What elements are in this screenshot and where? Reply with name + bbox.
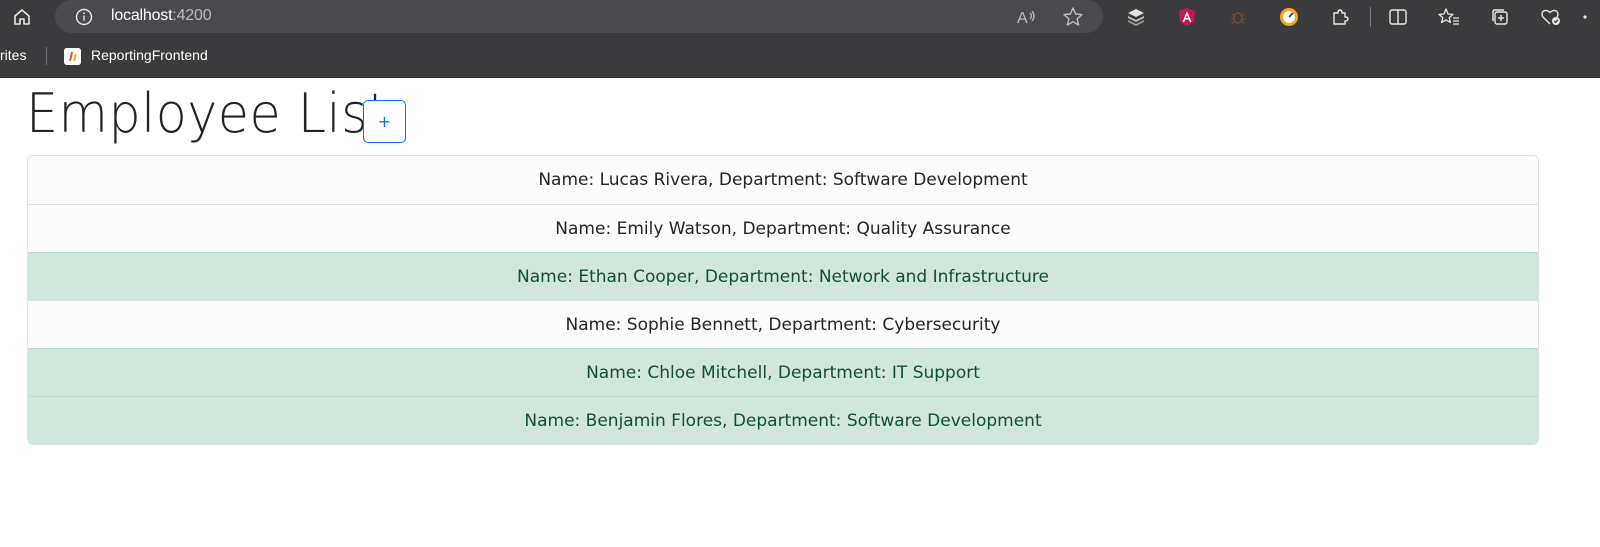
bookmarks-divider [46,47,47,65]
bug-extension-icon[interactable] [1224,4,1252,30]
bookmarks-bar: rites ReportingFrontend [0,34,1600,78]
layers-extension-icon[interactable] [1122,4,1150,30]
toolbar-divider [1370,7,1371,27]
employee-list-item[interactable]: Name: Ethan Cooper, Department: Network … [28,252,1538,300]
employee-list-item[interactable]: Name: Benjamin Flores, Department: Softw… [28,396,1538,444]
add-employee-button[interactable]: + [363,100,406,143]
collections-icon[interactable] [1486,4,1514,30]
angular-devtools-icon[interactable] [1173,4,1201,30]
page-title: Employee List [26,82,389,145]
favorite-star-icon[interactable] [1061,5,1085,29]
employee-list-item[interactable]: Name: Emily Watson, Department: Quality … [28,204,1538,252]
browser-essentials-icon[interactable] [1537,4,1565,30]
employee-list-item[interactable]: Name: Sophie Bennett, Department: Cybers… [28,300,1538,348]
address-url[interactable]: localhost:4200 [111,7,212,25]
reporting-frontend-favicon-icon [64,48,81,65]
more-menu-icon[interactable] [1582,4,1600,30]
read-aloud-icon[interactable]: A [1015,5,1039,29]
gauge-extension-icon[interactable] [1275,4,1303,30]
employee-list-item[interactable]: Name: Chloe Mitchell, Department: IT Sup… [28,348,1538,396]
bookmark-favorites-truncated[interactable]: rites [0,47,26,63]
svg-text:A: A [1017,10,1028,27]
employee-list: Name: Lucas Rivera, Department: Software… [27,155,1539,445]
address-host: localhost [111,7,173,24]
home-icon[interactable] [8,4,36,30]
employee-list-item[interactable]: Name: Lucas Rivera, Department: Software… [28,156,1538,204]
split-screen-icon[interactable] [1384,4,1412,30]
address-port: :4200 [172,7,212,24]
bookmark-reporting-frontend[interactable]: ReportingFrontend [91,47,208,63]
browser-toolbar: localhost:4200 A [0,0,1600,34]
address-bar[interactable]: localhost:4200 A [55,0,1103,33]
favorites-icon[interactable] [1435,4,1463,30]
extensions-puzzle-icon[interactable] [1326,4,1354,30]
site-info-icon[interactable] [75,8,93,26]
